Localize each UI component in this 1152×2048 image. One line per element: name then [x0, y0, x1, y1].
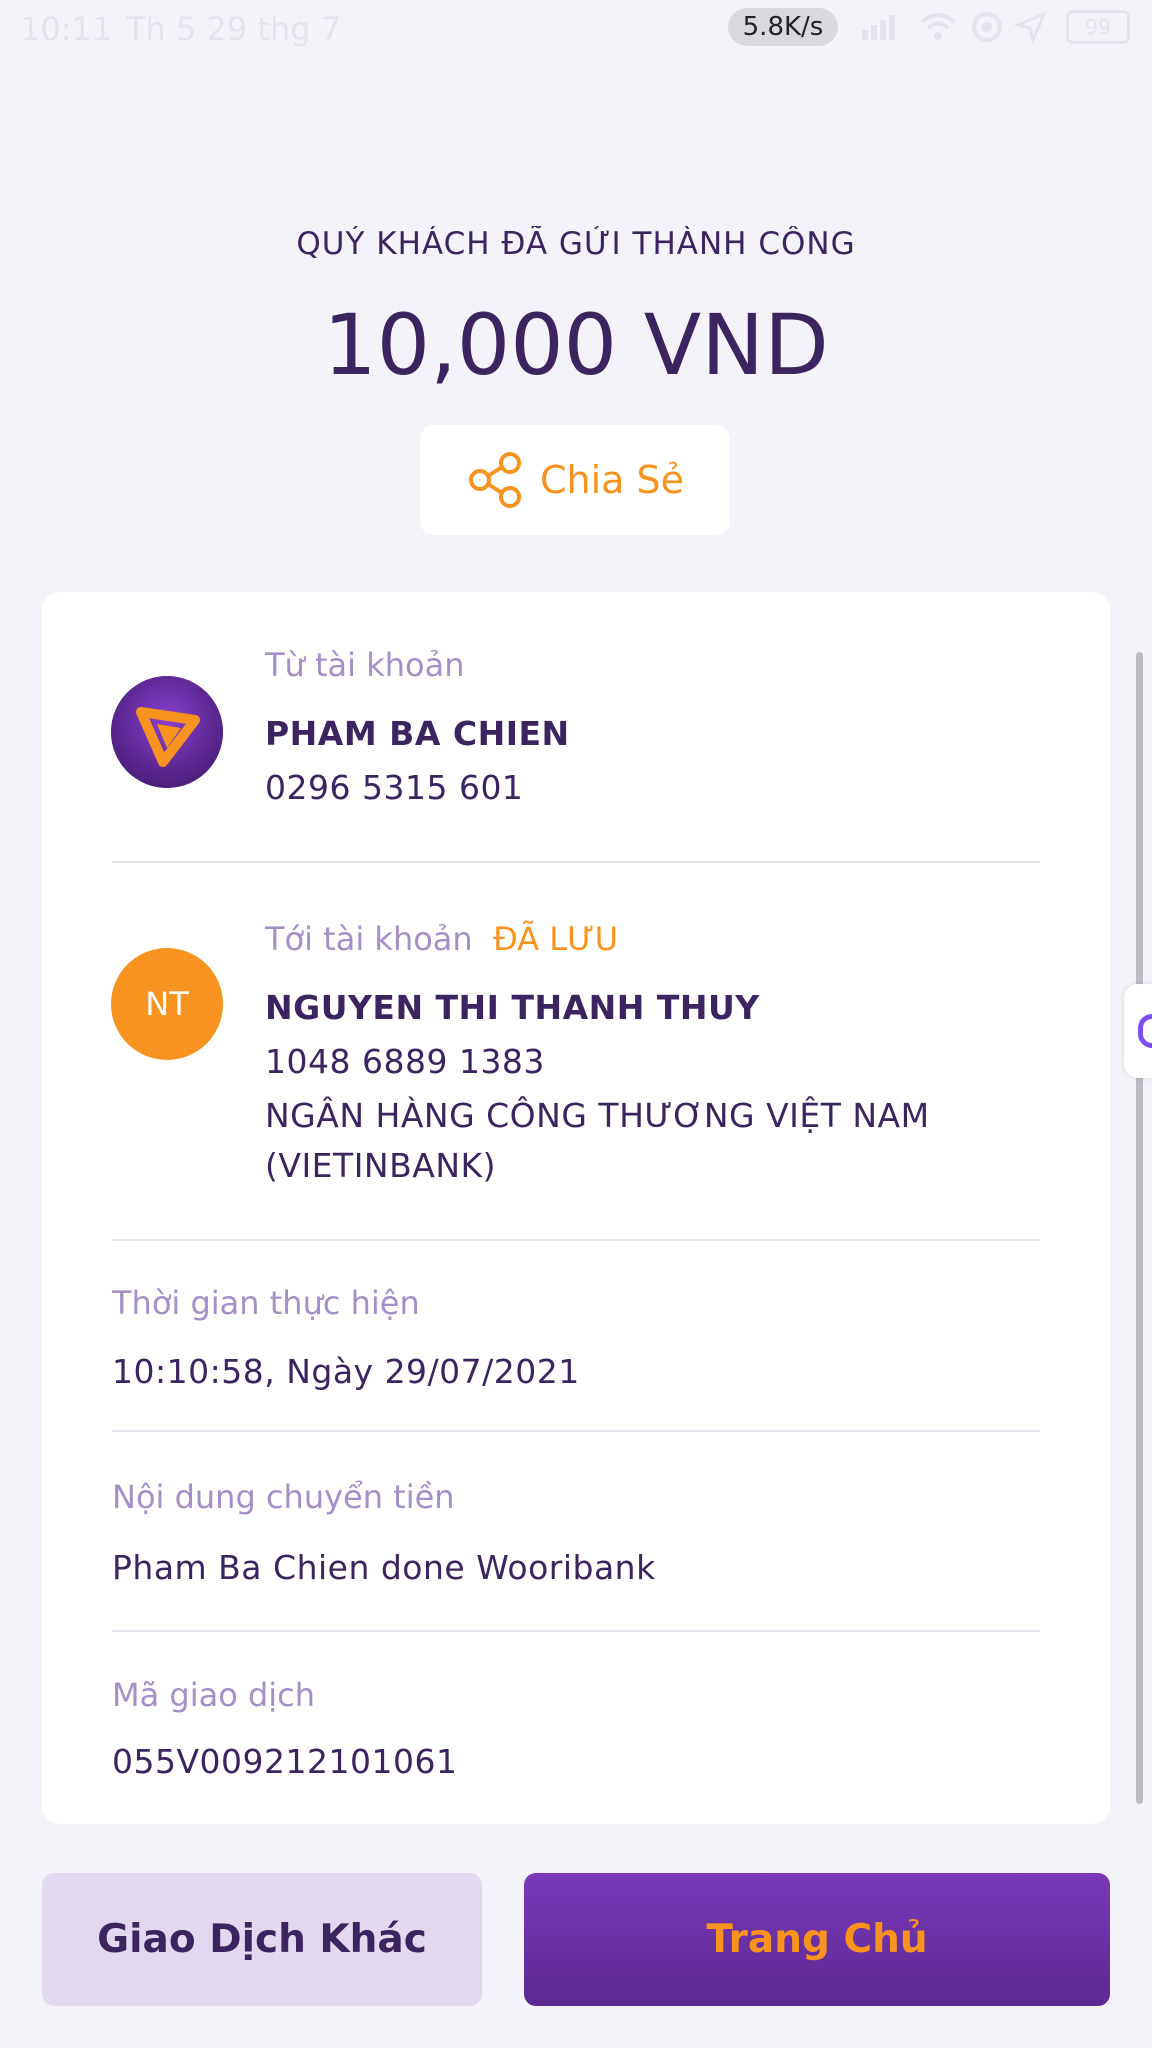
location-arrow-icon [1014, 11, 1047, 44]
transfer-success-screen: 10:11 Th 5 29 thg 7 5.8K/s 99 QUÝ KHÁCH … [0, 0, 1152, 2048]
from-account-avatar [111, 676, 223, 788]
transaction-detail-card: Từ tài khoản PHAM BA CHIEN 0296 5315 601… [42, 592, 1110, 1824]
success-status-label: QUÝ KHÁCH ĐÃ GỬI THÀNH CÔNG [296, 226, 856, 262]
status-time: 10:11 [20, 10, 113, 48]
transfer-amount: 10,000 VND [323, 296, 829, 394]
battery-icon: 99 [1066, 10, 1130, 44]
status-date: Th 5 29 thg 7 [126, 10, 342, 48]
divider [112, 1630, 1040, 1632]
share-icon [468, 452, 521, 508]
content-label: Nội dung chuyển tiền [112, 1478, 455, 1516]
divider [112, 1239, 1040, 1241]
transaction-code-value: 055V009212101061 [112, 1742, 458, 1781]
floating-assistant-handle[interactable] [1124, 984, 1152, 1078]
signal-icon [862, 15, 895, 40]
rotation-lock-icon [972, 12, 1002, 42]
to-account-bank-short: (VIETINBANK) [265, 1146, 497, 1185]
share-label: Chia Sẻ [539, 458, 685, 502]
time-label: Thời gian thực hiện [112, 1284, 420, 1322]
from-account-number: 0296 5315 601 [265, 768, 524, 807]
to-account-initials: NT [145, 985, 189, 1023]
other-transaction-label: Giao Dịch Khác [97, 1917, 427, 1962]
divider [112, 1430, 1040, 1432]
to-account-name: NGUYEN THI THANH THUY [265, 988, 760, 1027]
content-value: Pham Ba Chien done Wooribank [112, 1548, 656, 1587]
divider [112, 861, 1040, 863]
from-account-label: Từ tài khoản [265, 646, 465, 684]
home-button[interactable]: Trang Chủ [524, 1873, 1110, 2006]
status-bar: 10:11 Th 5 29 thg 7 5.8K/s 99 [0, 0, 1152, 60]
scrollbar[interactable] [1136, 652, 1143, 1804]
to-account-number: 1048 6889 1383 [265, 1042, 545, 1081]
bank-logo-icon [111, 676, 223, 788]
network-speed-badge: 5.8K/s [728, 8, 838, 46]
from-account-name: PHAM BA CHIEN [265, 714, 570, 753]
time-value: 10:10:58, Ngày 29/07/2021 [112, 1352, 580, 1391]
saved-badge: ĐÃ LƯU [493, 920, 618, 958]
success-status-text: QUÝ KHÁCH ĐÃ GỬI THÀNH CÔNG [0, 226, 1152, 266]
to-account-label: Tới tài khoản [265, 920, 473, 958]
wifi-icon [920, 13, 956, 40]
other-transaction-button[interactable]: Giao Dịch Khác [42, 1873, 482, 2006]
home-label: Trang Chủ [706, 1917, 928, 1962]
transaction-code-label: Mã giao dịch [112, 1676, 316, 1714]
share-button[interactable]: Chia Sẻ [420, 425, 730, 535]
to-account-bank-name: NGÂN HÀNG CÔNG THƯƠNG VIỆT NAM [265, 1096, 930, 1135]
assistant-bubble-icon [1138, 1014, 1152, 1048]
to-account-avatar: NT [111, 948, 223, 1060]
battery-level: 99 [1085, 15, 1111, 39]
